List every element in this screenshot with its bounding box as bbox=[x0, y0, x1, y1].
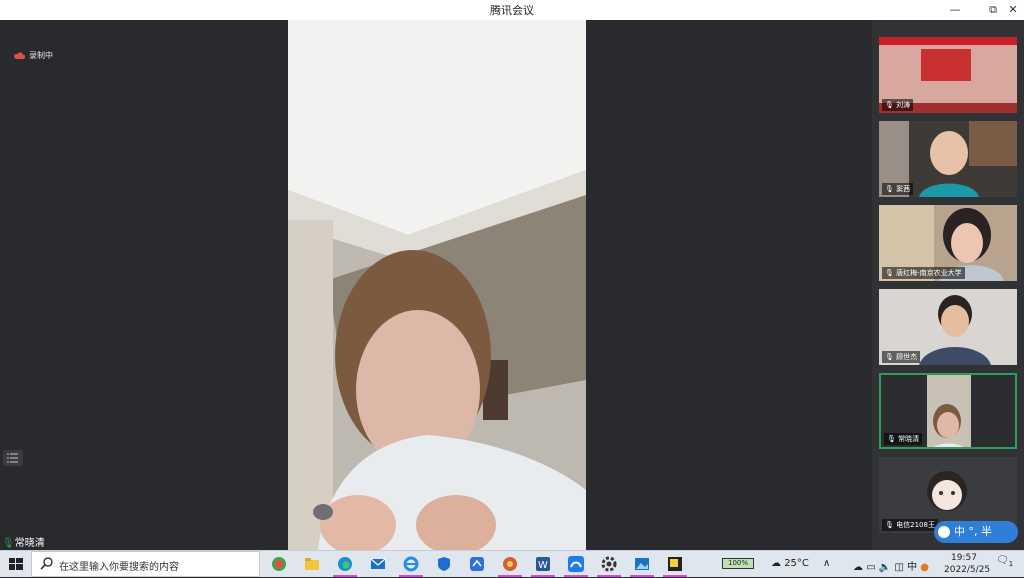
recording-label: 录制中 bbox=[29, 51, 53, 60]
battery-icon: 100% bbox=[722, 558, 754, 569]
taskbar-search-box[interactable]: 在这里输入你要搜索的内容 bbox=[31, 551, 260, 577]
windows-start-button[interactable] bbox=[6, 554, 26, 574]
maximize-button[interactable]: ⧉ bbox=[982, 1, 1004, 19]
cloud-icon bbox=[14, 52, 26, 59]
minimize-button[interactable]: — bbox=[944, 1, 966, 19]
weather-widget[interactable]: ☁ 25°C bbox=[771, 558, 809, 569]
battery-indicator[interactable]: 100% bbox=[722, 557, 754, 569]
participant-tile[interactable]: 🎙 刘涛 bbox=[879, 37, 1017, 113]
participant-tile[interactable]: 🎙 顾世杰 bbox=[879, 289, 1017, 365]
title-bar: 腾讯会议 — ⧉ ✕ bbox=[0, 0, 1024, 21]
edge-browser-icon[interactable] bbox=[333, 554, 357, 577]
participant-name: 🎙 窦茜 bbox=[882, 183, 914, 195]
ime-toolbar[interactable]: 中 °, 半 bbox=[934, 521, 1018, 543]
volume-icon: 🔈 bbox=[878, 562, 892, 573]
clock[interactable]: 19:57 2022/5/25 bbox=[944, 552, 991, 576]
participant-name: 🎙 刘涛 bbox=[882, 99, 914, 111]
show-hidden-icons-chevron[interactable]: ∧ bbox=[823, 558, 830, 569]
speaker-video-frame bbox=[288, 20, 586, 550]
search-placeholder: 在这里输入你要搜索的内容 bbox=[59, 562, 179, 573]
svg-text:W: W bbox=[538, 560, 548, 571]
participant-name: 🎙 电信2108王 bbox=[882, 519, 938, 531]
onedrive-icon: ☁ bbox=[853, 562, 863, 573]
mail-icon[interactable] bbox=[368, 554, 388, 574]
word-icon[interactable]: W bbox=[531, 554, 555, 577]
main-speaker-video[interactable] bbox=[288, 20, 586, 550]
weather-temp: 25°C bbox=[784, 558, 809, 569]
taskbar: 在这里输入你要搜索的内容 W 100% ☁ 25°C ∧ ☁ ▭ 🔈 ◫ 中 ●… bbox=[0, 550, 1024, 577]
network-icon: ◫ bbox=[894, 562, 904, 573]
recording-indicator[interactable]: 录制中 bbox=[13, 50, 53, 61]
system-tray-icons[interactable]: ☁ ▭ 🔈 ◫ 中 ● bbox=[853, 558, 929, 573]
search-icon bbox=[40, 557, 53, 570]
list-icon bbox=[7, 453, 18, 463]
active-speaker-name: 常晓清 bbox=[14, 538, 45, 549]
internet-explorer-icon[interactable] bbox=[399, 554, 423, 577]
photos-icon[interactable] bbox=[630, 554, 654, 577]
ime-dot-icon bbox=[938, 526, 950, 538]
windows-logo-icon bbox=[9, 558, 23, 570]
antivirus-icon: ● bbox=[920, 562, 930, 573]
notification-icon: 🗨 bbox=[996, 555, 1009, 566]
security-app-icon[interactable] bbox=[434, 554, 454, 574]
file-explorer-icon[interactable] bbox=[302, 554, 322, 574]
list-toggle-button[interactable] bbox=[3, 450, 23, 466]
notification-count: 1 bbox=[1008, 560, 1014, 568]
settings-gear-icon[interactable] bbox=[597, 554, 621, 577]
participant-tile[interactable]: 🎙 窦茜 bbox=[879, 121, 1017, 197]
battery-tray-icon: ▭ bbox=[866, 562, 876, 573]
clock-date: 2022/5/25 bbox=[944, 565, 991, 575]
sticky-notes-icon[interactable] bbox=[663, 554, 687, 577]
window-title: 腾讯会议 bbox=[490, 4, 534, 17]
cloud-weather-icon: ☁ bbox=[771, 558, 781, 569]
ime-tray-icon: 中 bbox=[907, 562, 918, 573]
clock-time: 19:57 bbox=[951, 553, 977, 563]
participant-name: 🎙 常晓清 bbox=[884, 433, 923, 445]
tencent-meeting-icon[interactable] bbox=[564, 554, 588, 577]
ime-mode-text: 中 °, 半 bbox=[954, 525, 992, 538]
microphone-icon: 🎙 bbox=[2, 538, 15, 549]
participant-tile[interactable]: 🎙 唐红梅-南京农业大学 bbox=[879, 205, 1017, 281]
participant-name: 🎙 唐红梅-南京农业大学 bbox=[882, 267, 965, 279]
browser-app-icon[interactable] bbox=[498, 554, 522, 577]
participant-name: 🎙 顾世杰 bbox=[882, 351, 921, 363]
globe-app-icon[interactable] bbox=[269, 554, 289, 574]
close-button[interactable]: ✕ bbox=[1002, 1, 1024, 19]
participant-tile-active[interactable]: 🎙 常晓清 bbox=[879, 373, 1017, 449]
notification-button[interactable]: 🗨1 bbox=[996, 555, 1013, 568]
feishu-app-icon[interactable] bbox=[467, 554, 487, 574]
active-speaker-label: 🎙常晓清 bbox=[2, 534, 45, 549]
